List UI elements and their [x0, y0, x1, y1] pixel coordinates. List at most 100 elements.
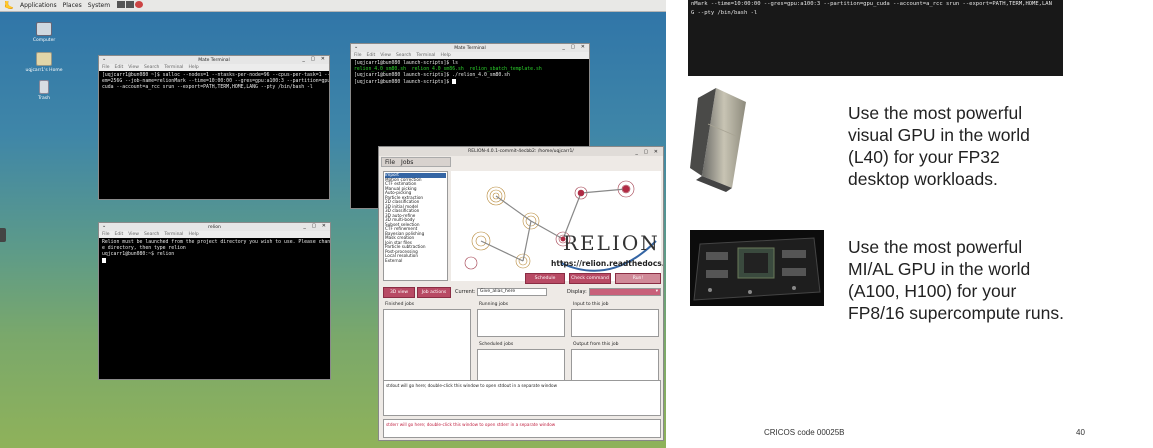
finished-jobs-list[interactable]: Finished jobs [383, 302, 471, 389]
desktop-icon-label: Computer [32, 38, 56, 43]
desktop-icon-label: Trash [38, 96, 50, 101]
window-titlebar[interactable]: ⌄ relion _ ▢ ✕ [99, 223, 330, 231]
relion-terminal-window[interactable]: ⌄ relion _ ▢ ✕ File Edit View Search Ter… [98, 222, 331, 380]
window-title: Mate Terminal [454, 45, 486, 51]
terminal-output[interactable]: [uqjcarr1@bun080 ~]$ salloc --nodes=1 --… [99, 71, 329, 93]
display-label: Display: [567, 289, 587, 295]
terminal-line: [uqjcarr1@bun080 launch-scripts]$ [354, 79, 586, 86]
stderr-panel[interactable]: stderr will go here; double-click this w… [383, 419, 661, 438]
terminal-menubar: File Edit View Search Terminal Help [99, 231, 330, 238]
window-titlebar[interactable]: RELION-4.0.1-commit-4ecbb2: /home/uqjcar… [379, 147, 663, 156]
page-number: 40 [1076, 428, 1085, 437]
relion-logo-panel: RELION https://relion.readthedocs.io [451, 171, 664, 281]
text-line: desktop workloads. [848, 169, 998, 189]
trash-icon [39, 80, 49, 94]
menu-help[interactable]: Help [440, 53, 450, 58]
terminal-line: G --pty /bin/bash -l [691, 10, 758, 16]
desktop-icon-home[interactable]: uqjcarr1's Home [24, 52, 64, 73]
finished-jobs-label: Finished jobs [385, 302, 415, 307]
display-dropdown[interactable]: ▾ [589, 288, 661, 296]
menu-edit[interactable]: Edit [367, 53, 376, 58]
system-menu[interactable]: System [88, 2, 110, 9]
top-panel: 🦶 Applications Places System [0, 0, 666, 12]
menu-terminal[interactable]: Terminal [416, 53, 435, 58]
l40-description: Use the most powerful visual GPU in the … [848, 102, 1030, 190]
relion-url: https://relion.readthedocs.io [551, 259, 664, 268]
terminal-line [102, 258, 327, 265]
window-controls[interactable]: _ ▢ ✕ [303, 223, 328, 229]
text-line: Use the most powerful [848, 103, 1023, 123]
menu-edit[interactable]: Edit [115, 65, 124, 70]
menu-file[interactable]: File [385, 159, 395, 166]
relion-gui-window[interactable]: RELION-4.0.1-commit-4ecbb2: /home/uqjcar… [378, 146, 664, 441]
menu-help[interactable]: Help [188, 232, 198, 237]
terminal-output[interactable]: [uqjcarr1@bun080 launch-scripts]$ ls reli… [351, 59, 589, 88]
text-line: (A100, H100) for your [848, 281, 1017, 301]
mate-terminal-window-1[interactable]: ⌄ Mate Terminal _ ▢ ✕ File Edit View Sea… [98, 55, 330, 200]
a100-description: Use the most powerful MI/AL GPU in the w… [848, 236, 1064, 324]
current-label: Current: [455, 289, 476, 295]
running-jobs-list[interactable]: Running jobs [477, 302, 565, 337]
schedule-button[interactable]: Schedule [525, 273, 565, 284]
menu-help[interactable]: Help [188, 65, 198, 70]
menu-file[interactable]: File [102, 65, 110, 70]
job-actions-button[interactable]: Job actions [417, 287, 451, 298]
text-line: Use the most powerful [848, 237, 1023, 257]
a100-gpu-module-image [690, 230, 824, 306]
applications-menu[interactable]: Applications [20, 2, 57, 9]
terminal-menubar: File Edit View Search Terminal Help [99, 64, 329, 71]
scheduled-jobs-label: Scheduled jobs [479, 342, 514, 347]
3d-view-button[interactable]: 3D view [383, 287, 415, 298]
mate-foot-icon[interactable]: 🦶 [4, 1, 14, 10]
stdout-panel[interactable]: stdout will go here; double-click this w… [383, 380, 661, 416]
menu-terminal[interactable]: Terminal [164, 65, 183, 70]
menu-search[interactable]: Search [396, 53, 411, 58]
desktop-icon-label: uqjcarr1's Home [25, 68, 63, 73]
run-button[interactable]: Run! [615, 273, 661, 284]
window-controls[interactable]: _ ▢ ✕ [562, 44, 587, 50]
check-command-button[interactable]: Check command [569, 273, 611, 284]
menu-view[interactable]: View [128, 65, 139, 70]
window-controls[interactable]: _ ▢ ✕ [635, 149, 660, 155]
menu-file[interactable]: File [102, 232, 110, 237]
terminal-line: cuda --account=a_rcc srun --export=PATH,… [102, 85, 313, 90]
job-type-item[interactable]: External [385, 258, 446, 264]
relion-logo-text: RELION [563, 231, 660, 255]
output-from-job-label: Output from this job [573, 342, 619, 347]
menu-jobs[interactable]: Jobs [401, 159, 413, 166]
terminal-line: nMark --time=10:00:00 --gres=gpu:a100:3 … [691, 1, 1052, 7]
launcher-icons[interactable] [116, 1, 144, 10]
current-alias-input[interactable]: Give_alias_here [477, 288, 547, 296]
window-title: Mate Terminal [198, 57, 230, 63]
window-title: RELION-4.0.1-commit-4ecbb2: /home/uqjcar… [468, 149, 574, 154]
desktop-icon-trash[interactable]: Trash [24, 80, 64, 101]
running-jobs-label: Running jobs [479, 302, 509, 307]
input-to-job-label: Input to this job [573, 302, 609, 307]
computer-icon [36, 22, 52, 36]
chevron-down-icon: ▾ [655, 289, 658, 294]
menu-view[interactable]: View [380, 53, 391, 58]
terminal-output[interactable]: Relion must be launched from the project… [99, 238, 330, 267]
menu-search[interactable]: Search [144, 232, 159, 237]
menu-view[interactable]: View [128, 232, 139, 237]
relion-menubar: File Jobs [381, 157, 451, 167]
l40-gpu-card-image [690, 88, 746, 192]
text-line: (L40) for your FP32 [848, 147, 1000, 167]
desktop-icon-computer[interactable]: Computer [24, 22, 64, 43]
input-to-job-list[interactable]: Input to this job [571, 302, 659, 337]
window-titlebar[interactable]: ⌄ Mate Terminal _ ▢ ✕ [351, 44, 589, 52]
home-folder-icon [36, 52, 52, 66]
menu-search[interactable]: Search [144, 65, 159, 70]
text-line: FP8/16 supercompute runs. [848, 303, 1064, 323]
places-menu[interactable]: Places [63, 2, 82, 9]
cricos-code: CRICOS code 00025B [764, 428, 845, 437]
menu-edit[interactable]: Edit [115, 232, 124, 237]
window-titlebar[interactable]: ⌄ Mate Terminal _ ▢ ✕ [99, 56, 329, 64]
side-panel-handle[interactable] [0, 228, 6, 242]
job-type-list[interactable]: Import Motion correction CTF estimation Man… [383, 171, 448, 281]
menu-terminal[interactable]: Terminal [164, 232, 183, 237]
terminal-menubar: File Edit View Search Terminal Help [351, 52, 589, 59]
window-controls[interactable]: _ ▢ ✕ [302, 56, 327, 62]
text-line: MI/AL GPU in the world [848, 259, 1031, 279]
menu-file[interactable]: File [354, 53, 362, 58]
